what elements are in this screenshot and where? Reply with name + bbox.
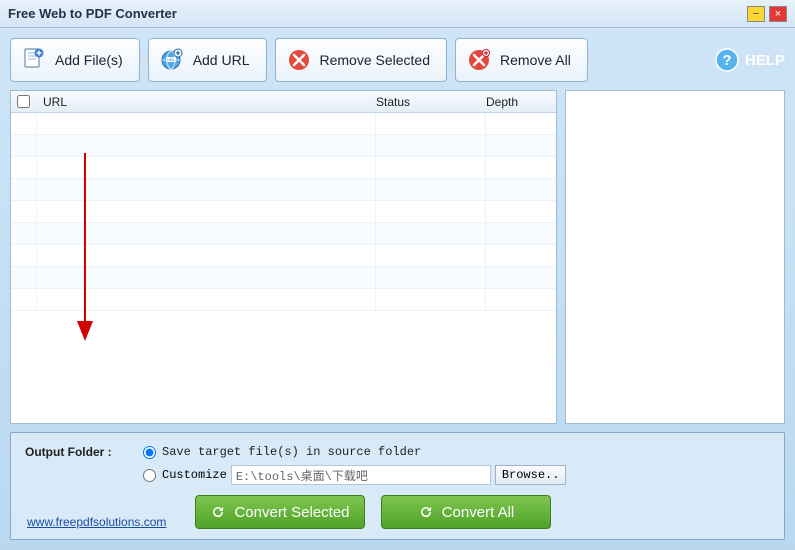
customize-option[interactable]: Customize bbox=[143, 468, 227, 482]
window-title: Free Web to PDF Converter bbox=[8, 6, 747, 21]
preview-panel bbox=[565, 90, 785, 424]
globe-add-icon: URL bbox=[159, 47, 185, 73]
convert-selected-button[interactable]: Convert Selected bbox=[195, 495, 365, 529]
column-depth[interactable]: Depth bbox=[486, 95, 556, 109]
button-label: Add File(s) bbox=[55, 52, 123, 68]
svg-text:?: ? bbox=[722, 52, 731, 69]
refresh-icon bbox=[210, 504, 226, 520]
button-label: Remove All bbox=[500, 52, 571, 68]
button-label: Add URL bbox=[193, 52, 250, 68]
remove-selected-button[interactable]: Remove Selected bbox=[275, 38, 448, 82]
browse-button[interactable]: Browse.. bbox=[495, 465, 567, 485]
footer-link[interactable]: www.freepdfsolutions.com bbox=[27, 515, 166, 529]
remove-all-icon bbox=[466, 47, 492, 73]
document-add-icon bbox=[21, 47, 47, 73]
minimize-button[interactable]: − bbox=[747, 6, 765, 22]
column-status[interactable]: Status bbox=[376, 95, 486, 109]
save-source-label: Save target file(s) in source folder bbox=[162, 445, 421, 459]
help-label: HELP bbox=[745, 52, 785, 69]
content-row: URL Status Depth bbox=[10, 90, 785, 424]
output-folder-label: Output Folder : bbox=[25, 445, 133, 459]
remove-icon bbox=[286, 47, 312, 73]
save-source-radio[interactable] bbox=[143, 446, 156, 459]
header-checkbox-cell bbox=[11, 95, 37, 108]
output-path-input[interactable] bbox=[231, 465, 491, 485]
add-url-button[interactable]: URL Add URL bbox=[148, 38, 267, 82]
button-label: Convert Selected bbox=[234, 504, 349, 521]
window-controls: − × bbox=[747, 6, 787, 22]
save-source-option[interactable]: Save target file(s) in source folder bbox=[143, 445, 421, 459]
remove-all-button[interactable]: Remove All bbox=[455, 38, 588, 82]
customize-radio[interactable] bbox=[143, 469, 156, 482]
column-url[interactable]: URL bbox=[37, 95, 376, 109]
add-files-button[interactable]: Add File(s) bbox=[10, 38, 140, 82]
button-label: Convert All bbox=[442, 504, 515, 521]
help-button[interactable]: ? HELP bbox=[715, 48, 785, 72]
toolbar: Add File(s) URL Add URL Remove Selected … bbox=[10, 38, 785, 82]
titlebar: Free Web to PDF Converter − × bbox=[0, 0, 795, 28]
output-panel: Output Folder : Save target file(s) in s… bbox=[10, 432, 785, 540]
url-table: URL Status Depth bbox=[10, 90, 557, 424]
refresh-icon bbox=[418, 504, 434, 520]
button-label: Remove Selected bbox=[320, 52, 431, 68]
close-button[interactable]: × bbox=[769, 6, 787, 22]
select-all-checkbox[interactable] bbox=[17, 95, 30, 108]
help-icon: ? bbox=[715, 48, 739, 72]
svg-text:URL: URL bbox=[167, 57, 176, 62]
client-area: Add File(s) URL Add URL Remove Selected … bbox=[0, 28, 795, 550]
table-header: URL Status Depth bbox=[11, 91, 556, 113]
app-window: Free Web to PDF Converter − × Add File(s… bbox=[0, 0, 795, 550]
convert-buttons: Convert Selected Convert All bbox=[195, 495, 770, 529]
table-body[interactable] bbox=[11, 113, 556, 423]
customize-label: Customize bbox=[162, 468, 227, 482]
convert-all-button[interactable]: Convert All bbox=[381, 495, 551, 529]
